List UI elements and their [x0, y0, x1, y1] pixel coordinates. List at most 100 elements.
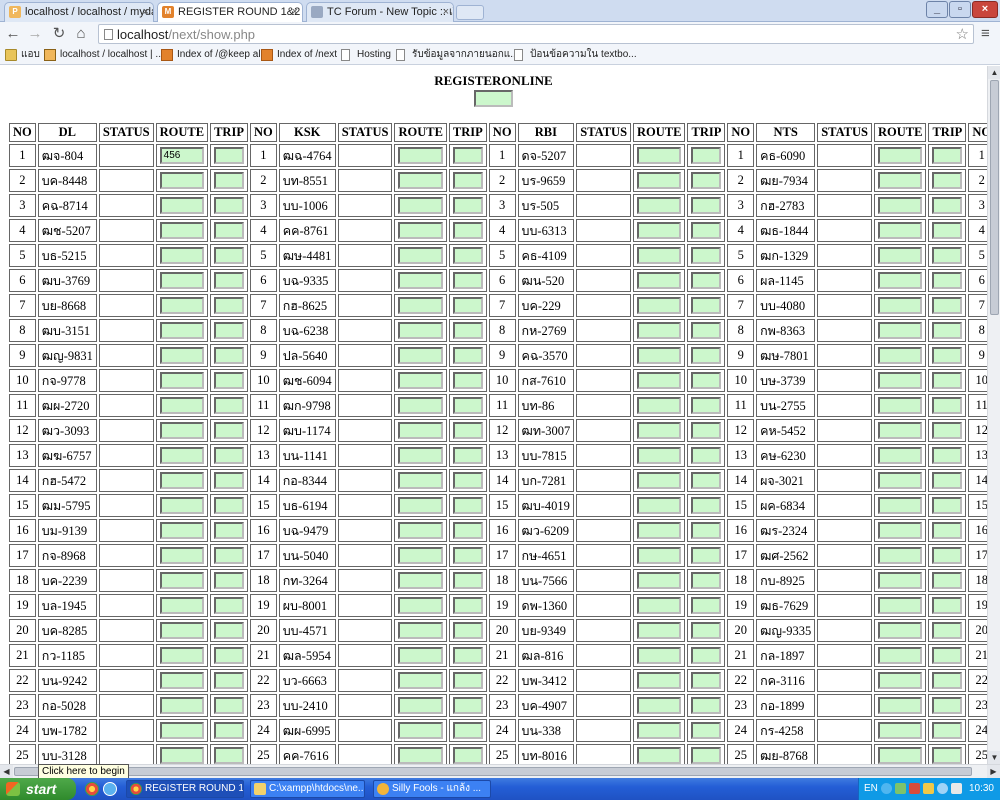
network-icon[interactable]	[881, 783, 892, 794]
trip-input[interactable]	[214, 272, 244, 289]
route-input[interactable]	[637, 322, 682, 339]
taskbar-item-browser[interactable]: REGISTER ROUND 1&...	[126, 780, 244, 798]
trip-input[interactable]	[932, 197, 963, 214]
address-bar[interactable]: localhost/next/show.php ☆	[98, 24, 974, 44]
bookmark-item[interactable]: localhost / localhost | ...	[44, 48, 164, 62]
route-input[interactable]	[878, 372, 923, 389]
route-input[interactable]	[637, 397, 682, 414]
route-input[interactable]	[159, 672, 205, 689]
route-input[interactable]	[637, 447, 682, 464]
route-input[interactable]	[398, 747, 443, 764]
route-input[interactable]	[637, 247, 682, 264]
trip-input[interactable]	[214, 697, 244, 714]
trip-input[interactable]	[932, 297, 963, 314]
trip-input[interactable]	[691, 172, 722, 189]
trip-input[interactable]	[691, 672, 722, 689]
route-input[interactable]	[878, 222, 923, 239]
trip-input[interactable]	[214, 322, 244, 339]
route-input[interactable]	[159, 272, 205, 289]
trip-input[interactable]	[214, 472, 244, 489]
route-input[interactable]	[637, 147, 682, 164]
route-input[interactable]	[398, 272, 443, 289]
trip-input[interactable]	[691, 497, 722, 514]
trip-input[interactable]	[214, 597, 244, 614]
route-input[interactable]	[159, 197, 205, 214]
back-icon[interactable]: ←	[4, 25, 22, 43]
route-input[interactable]	[159, 372, 205, 389]
trip-input[interactable]	[452, 547, 483, 564]
tab-phpmyadmin[interactable]: P localhost / localhost / mydat ×	[4, 2, 154, 22]
route-input[interactable]	[637, 522, 682, 539]
home-icon[interactable]: ⌂	[72, 25, 90, 43]
trip-input[interactable]	[691, 147, 722, 164]
trip-input[interactable]	[932, 322, 963, 339]
route-input[interactable]	[398, 147, 443, 164]
trip-input[interactable]	[932, 747, 963, 764]
route-input[interactable]	[878, 647, 923, 664]
trip-input[interactable]	[932, 697, 963, 714]
route-input[interactable]	[878, 197, 923, 214]
route-input[interactable]	[159, 622, 205, 639]
trip-input[interactable]	[932, 572, 963, 589]
minimize-button[interactable]: _	[926, 1, 948, 18]
maximize-button[interactable]: ▫	[949, 1, 971, 18]
route-input[interactable]	[398, 522, 443, 539]
trip-input[interactable]	[691, 297, 722, 314]
route-input[interactable]: 456	[159, 147, 205, 164]
route-input[interactable]	[398, 447, 443, 464]
forward-icon[interactable]: →	[26, 25, 44, 43]
route-input[interactable]	[398, 422, 443, 439]
horizontal-scrollbar[interactable]: ◀ ▶	[0, 764, 1000, 778]
sync-icon[interactable]	[937, 783, 948, 794]
trip-input[interactable]	[691, 447, 722, 464]
trip-input[interactable]	[691, 422, 722, 439]
trip-input[interactable]	[932, 672, 963, 689]
messenger-icon[interactable]	[923, 783, 934, 794]
route-input[interactable]	[878, 147, 923, 164]
route-input[interactable]	[878, 422, 923, 439]
close-window-button[interactable]: ×	[972, 1, 998, 18]
scroll-down-icon[interactable]: ▼	[988, 751, 1000, 764]
trip-input[interactable]	[214, 147, 244, 164]
trip-input[interactable]	[452, 697, 483, 714]
bookmark-item[interactable]: รับข้อมูลจากภายนอกแ...	[396, 48, 519, 62]
route-input[interactable]	[159, 497, 205, 514]
trip-input[interactable]	[932, 647, 963, 664]
route-input[interactable]	[878, 247, 923, 264]
trip-input[interactable]	[452, 447, 483, 464]
trip-input[interactable]	[214, 347, 244, 364]
route-input[interactable]	[637, 547, 682, 564]
route-input[interactable]	[878, 172, 923, 189]
trip-input[interactable]	[691, 397, 722, 414]
route-input[interactable]	[878, 322, 923, 339]
trip-input[interactable]	[452, 672, 483, 689]
trip-input[interactable]	[691, 622, 722, 639]
route-input[interactable]	[159, 597, 205, 614]
trip-input[interactable]	[214, 672, 244, 689]
route-input[interactable]	[159, 547, 205, 564]
trip-input[interactable]	[214, 172, 244, 189]
trip-input[interactable]	[932, 147, 963, 164]
trip-input[interactable]	[691, 547, 722, 564]
trip-input[interactable]	[452, 222, 483, 239]
trip-input[interactable]	[932, 622, 963, 639]
trip-input[interactable]	[214, 622, 244, 639]
route-input[interactable]	[637, 272, 682, 289]
route-input[interactable]	[398, 722, 443, 739]
route-input[interactable]	[637, 347, 682, 364]
trip-input[interactable]	[452, 172, 483, 189]
language-indicator[interactable]: EN	[864, 778, 878, 800]
route-input[interactable]	[878, 572, 923, 589]
route-input[interactable]	[398, 622, 443, 639]
trip-input[interactable]	[214, 397, 244, 414]
trip-input[interactable]	[214, 722, 244, 739]
route-input[interactable]	[878, 522, 923, 539]
route-input[interactable]	[637, 297, 682, 314]
trip-input[interactable]	[452, 622, 483, 639]
route-input[interactable]	[878, 722, 923, 739]
trip-input[interactable]	[691, 272, 722, 289]
trip-input[interactable]	[452, 297, 483, 314]
trip-input[interactable]	[932, 347, 963, 364]
route-input[interactable]	[637, 422, 682, 439]
route-input[interactable]	[159, 397, 205, 414]
